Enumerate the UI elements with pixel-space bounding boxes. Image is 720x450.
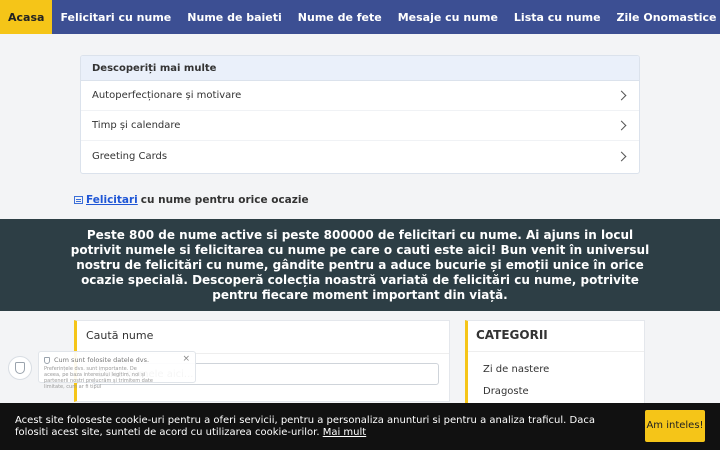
discover-item-greeting-cards[interactable]: Greeting Cards: [81, 141, 639, 171]
privacy-notice-popup: Cum sunt folosite datele dvs. × Preferin…: [38, 351, 196, 390]
discover-more-card: Descoperiți mai multe Autoperfecționare …: [80, 55, 640, 174]
chevron-right-icon: [616, 151, 627, 161]
main-nav: Acasa Felicitari cu nume Nume de baieti …: [0, 0, 720, 34]
category-zi-de-nastere[interactable]: Zi de nastere: [483, 364, 549, 375]
privacy-settings-button[interactable]: [8, 356, 32, 380]
category-dragoste[interactable]: Dragoste: [483, 386, 529, 397]
intro-banner-text: Peste 800 de nume active si peste 800000…: [70, 227, 650, 302]
cookie-accept-button[interactable]: Am inteles!: [645, 410, 705, 442]
divider: [468, 351, 644, 352]
search-card-title: Caută nume: [86, 329, 154, 342]
shield-icon: [15, 362, 25, 374]
nav-item-zile-onomastice[interactable]: Zile Onomastice: [609, 0, 720, 34]
categories-title: CATEGORII: [476, 328, 548, 342]
tagline-text: cu nume pentru orice ocazie: [140, 194, 309, 206]
cookie-text: Acest site foloseste cookie-uri pentru a…: [15, 415, 625, 439]
nav-item-nume-de-baieti[interactable]: Nume de baieti: [179, 0, 290, 34]
discover-item-label: Autoperfecționare și motivare: [92, 90, 242, 101]
discover-item-label: Timp și calendare: [92, 120, 181, 131]
nav-item-mesaje-cu-nume[interactable]: Mesaje cu nume: [390, 0, 506, 34]
chevron-right-icon: [616, 90, 627, 101]
discover-item-self-improvement[interactable]: Autoperfecționare și motivare: [81, 81, 639, 111]
discover-item-label: Greeting Cards: [92, 150, 168, 162]
felicitari-link[interactable]: Felicitari: [86, 194, 138, 206]
chevron-right-icon: [616, 120, 627, 131]
discover-more-heading: Descoperiți mai multe: [81, 56, 639, 81]
close-icon[interactable]: ×: [182, 354, 190, 364]
cookie-consent-bar: Acest site foloseste cookie-uri pentru a…: [0, 403, 720, 450]
intro-banner: Peste 800 de nume active si peste 800000…: [0, 219, 720, 311]
privacy-title-text: Cum sunt folosite datele dvs.: [54, 356, 150, 364]
discover-item-time-calendars[interactable]: Timp și calendare: [81, 111, 639, 141]
nav-item-felicitari-cu-nume[interactable]: Felicitari cu nume: [52, 0, 179, 34]
nav-item-lista-cu-nume[interactable]: Lista cu nume: [506, 0, 609, 34]
shield-icon: [44, 356, 50, 364]
nav-item-nume-de-fete[interactable]: Nume de fete: [290, 0, 390, 34]
cookie-message: Acest site foloseste cookie-uri pentru a…: [15, 415, 595, 438]
privacy-notice-title: Cum sunt folosite datele dvs.: [44, 356, 149, 364]
page-tagline: Felicitari cu nume pentru orice ocazie: [74, 194, 309, 206]
nav-item-acasa[interactable]: Acasa: [0, 0, 53, 34]
privacy-notice-body: Preferințele dvs. sunt importante. De ac…: [44, 366, 153, 390]
document-icon: [74, 196, 83, 204]
cookie-more-link[interactable]: Mai mult: [323, 427, 367, 438]
